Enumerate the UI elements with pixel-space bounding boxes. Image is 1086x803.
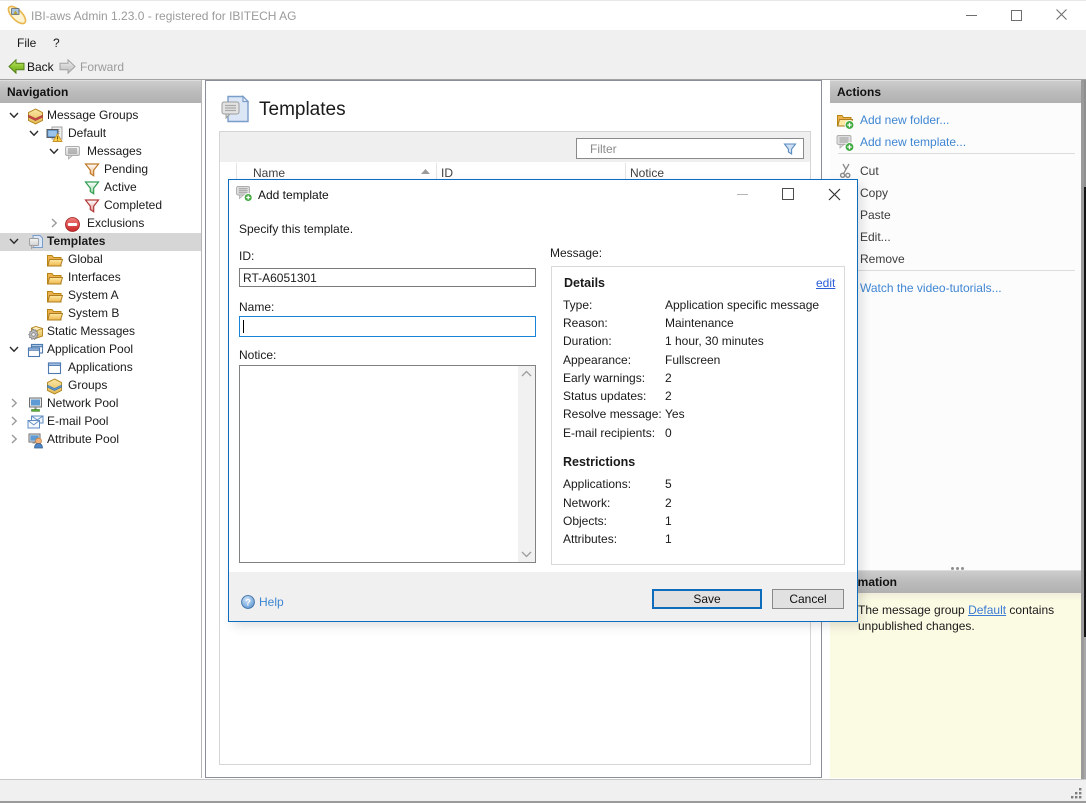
svg-text:?: ?: [245, 597, 251, 608]
